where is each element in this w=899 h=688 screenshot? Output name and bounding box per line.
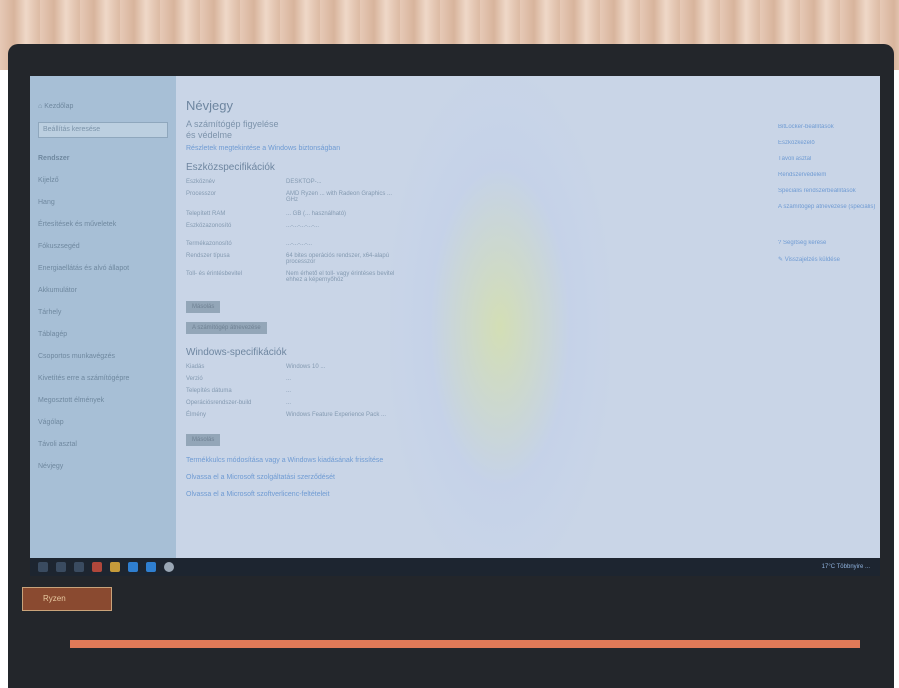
system-tray[interactable]: 17°C Többnyire ...	[822, 564, 870, 570]
sidebar-item-projecting[interactable]: Kivetítés erre a számítógépre	[30, 368, 176, 390]
copy-device-specs-button[interactable]: Másolás	[186, 301, 221, 313]
store-icon[interactable]	[128, 562, 138, 572]
taskbar: 17°C Többnyire ...	[30, 558, 880, 576]
spec-key: Verzió	[186, 376, 203, 382]
spec-key: Processzor	[186, 191, 217, 197]
spec-key: Eszközazonosító	[186, 223, 232, 229]
sidebar-item-storage[interactable]: Tárhely	[30, 302, 176, 324]
spec-value: ...-...-...-...	[286, 241, 312, 247]
spec-value: Nem érhető el toll- vagy érintéses bevit…	[286, 271, 395, 283]
spec-value: ...	[286, 400, 292, 406]
start-icon[interactable]	[38, 562, 48, 572]
license-terms-link[interactable]: Olvassa el a Microsoft szoftverlicenc-fe…	[186, 491, 706, 498]
related-link-remote-desktop[interactable]: Távoli asztal	[778, 156, 876, 172]
spec-row: Termékazonosító ...-...-...-...	[186, 241, 706, 253]
spec-key: Operációsrendszer-build	[186, 400, 252, 406]
get-help-label: Segítség kérése	[783, 240, 827, 246]
device-specs-heading: Eszközspecifikációk	[186, 162, 275, 173]
give-feedback-label: Visszajelzés küldése	[784, 257, 840, 263]
spec-value: ...	[286, 388, 292, 394]
sidebar-item-sound[interactable]: Hang	[30, 192, 176, 214]
security-details-link[interactable]: Részletek megtekintése a Windows biztons…	[186, 145, 706, 152]
spec-row: Processzor AMD Ryzen ... with Radeon Gra…	[186, 191, 706, 211]
explorer-icon[interactable]	[110, 562, 120, 572]
related-link-rename-advanced[interactable]: A számítógép átnevezése (speciális)	[778, 204, 876, 220]
spec-value: 64 bites operációs rendszer, x64-alapú p…	[286, 253, 390, 265]
spec-row: Telepítés dátuma ...	[186, 388, 706, 400]
settings-sidebar: ⌂ Kezdőlap Beállítás keresése Rendszer K…	[30, 76, 176, 558]
device-specs-table: Eszköznév DESKTOP-... Processzor AMD Ryz…	[186, 179, 706, 295]
mail-icon[interactable]	[146, 562, 156, 572]
related-link-system-protection[interactable]: Rendszervédelem	[778, 172, 876, 188]
about-page: Névjegy A számítógép figyelése és védelm…	[186, 98, 706, 558]
give-feedback-link[interactable]: ✎ Visszajelzés küldése	[778, 256, 876, 272]
spec-key: Telepített RAM	[186, 211, 226, 217]
sidebar-item-clipboard[interactable]: Vágólap	[30, 412, 176, 434]
spec-key: Kiadás	[186, 364, 205, 370]
spec-row: Operációsrendszer-build ...	[186, 400, 706, 412]
feedback-icon: ✎	[778, 257, 785, 263]
sidebar-item-power[interactable]: Energiaellátás és alvó állapot	[30, 258, 176, 280]
related-link-bitlocker[interactable]: BitLocker-beállítások	[778, 124, 876, 140]
spec-value: Windows Feature Experience Pack ...	[286, 412, 387, 418]
sidebar-item-notifications[interactable]: Értesítések és műveletek	[30, 214, 176, 236]
search-input[interactable]: Beállítás keresése	[38, 122, 168, 138]
related-link-advanced-settings[interactable]: Speciális rendszerbeállítások	[778, 188, 876, 204]
sidebar-item-remote-desktop[interactable]: Távoli asztal	[30, 434, 176, 456]
spec-value: DESKTOP-...	[286, 179, 322, 185]
page-title: Névjegy	[186, 98, 233, 113]
sidebar-item-display[interactable]: Kijelző	[30, 170, 176, 192]
protection-subtitle-2: és védelme	[186, 130, 233, 140]
spec-value: ...	[286, 376, 292, 382]
copy-windows-specs-button[interactable]: Másolás	[186, 434, 221, 446]
sidebar-section-title: Rendszer	[38, 155, 70, 162]
spec-row: Eszközazonosító ...-...-...-...-...	[186, 223, 706, 241]
sidebar-item-battery[interactable]: Akkumulátor	[30, 280, 176, 302]
sidebar-item-focus-assist[interactable]: Fókuszsegéd	[30, 236, 176, 258]
spec-key: Élmény	[186, 412, 207, 418]
spec-value: ...-...-...-...-...	[286, 223, 319, 229]
settings-icon[interactable]	[164, 562, 174, 572]
spec-key: Rendszer típusa	[186, 253, 230, 259]
sidebar-home[interactable]: ⌂ Kezdőlap	[30, 96, 176, 118]
spec-row: Rendszer típusa 64 bites operációs rends…	[186, 253, 706, 271]
get-help-link[interactable]: ? Segítség kérése	[778, 240, 876, 256]
search-icon[interactable]	[56, 562, 66, 572]
change-product-key-link[interactable]: Termékkulcs módosítása vagy a Windows ki…	[186, 457, 706, 464]
sidebar-item-multitasking[interactable]: Csoportos munkavégzés	[30, 346, 176, 368]
spec-key: Telepítés dátuma	[186, 388, 232, 394]
task-view-icon[interactable]	[74, 562, 84, 572]
laptop-screen: ⌂ Kezdőlap Beállítás keresése Rendszer K…	[30, 76, 880, 558]
spec-value: ... GB (... használható)	[286, 211, 347, 217]
spec-row: Telepített RAM ... GB (... használható)	[186, 211, 706, 223]
spec-key: Termékazonosító	[186, 241, 232, 247]
spec-row: Verzió ...	[186, 376, 706, 388]
protection-subtitle-1: A számítógép figyelése	[186, 119, 279, 129]
spec-value: AMD Ryzen ... with Radeon Graphics ... G…	[286, 191, 393, 203]
spec-row: Toll- és érintésbevitel Nem érhető el to…	[186, 271, 706, 295]
spec-row: Élmény Windows Feature Experience Pack .…	[186, 412, 706, 428]
sidebar-home-label: Kezdőlap	[44, 103, 74, 110]
spec-value: Windows 10 ...	[286, 364, 326, 370]
sidebar-item-tablet[interactable]: Táblagép	[30, 324, 176, 346]
related-link-device-manager[interactable]: Eszközkezelő	[778, 140, 876, 156]
sidebar-item-shared-experiences[interactable]: Megosztott élmények	[30, 390, 176, 412]
rename-pc-button[interactable]: A számítógép átnevezése	[186, 322, 267, 334]
spec-row: Eszköznév DESKTOP-...	[186, 179, 706, 191]
related-settings-panel: BitLocker-beállítások Eszközkezelő Távol…	[778, 124, 876, 272]
spec-row: Kiadás Windows 10 ...	[186, 364, 706, 376]
windows-specs-heading: Windows-specifikációk	[186, 347, 287, 358]
sidebar-item-about[interactable]: Névjegy	[30, 456, 176, 478]
edge-icon[interactable]	[92, 562, 102, 572]
services-agreement-link[interactable]: Olvassa el a Microsoft szolgáltatási sze…	[186, 474, 706, 481]
windows-specs-table: Kiadás Windows 10 ... Verzió ... Telepít…	[186, 364, 706, 428]
laptop-hinge-strip	[70, 640, 860, 648]
spec-key: Eszköznév	[186, 179, 216, 185]
processor-sticker: Ryzen	[22, 587, 112, 611]
spec-key: Toll- és érintésbevitel	[186, 271, 243, 277]
